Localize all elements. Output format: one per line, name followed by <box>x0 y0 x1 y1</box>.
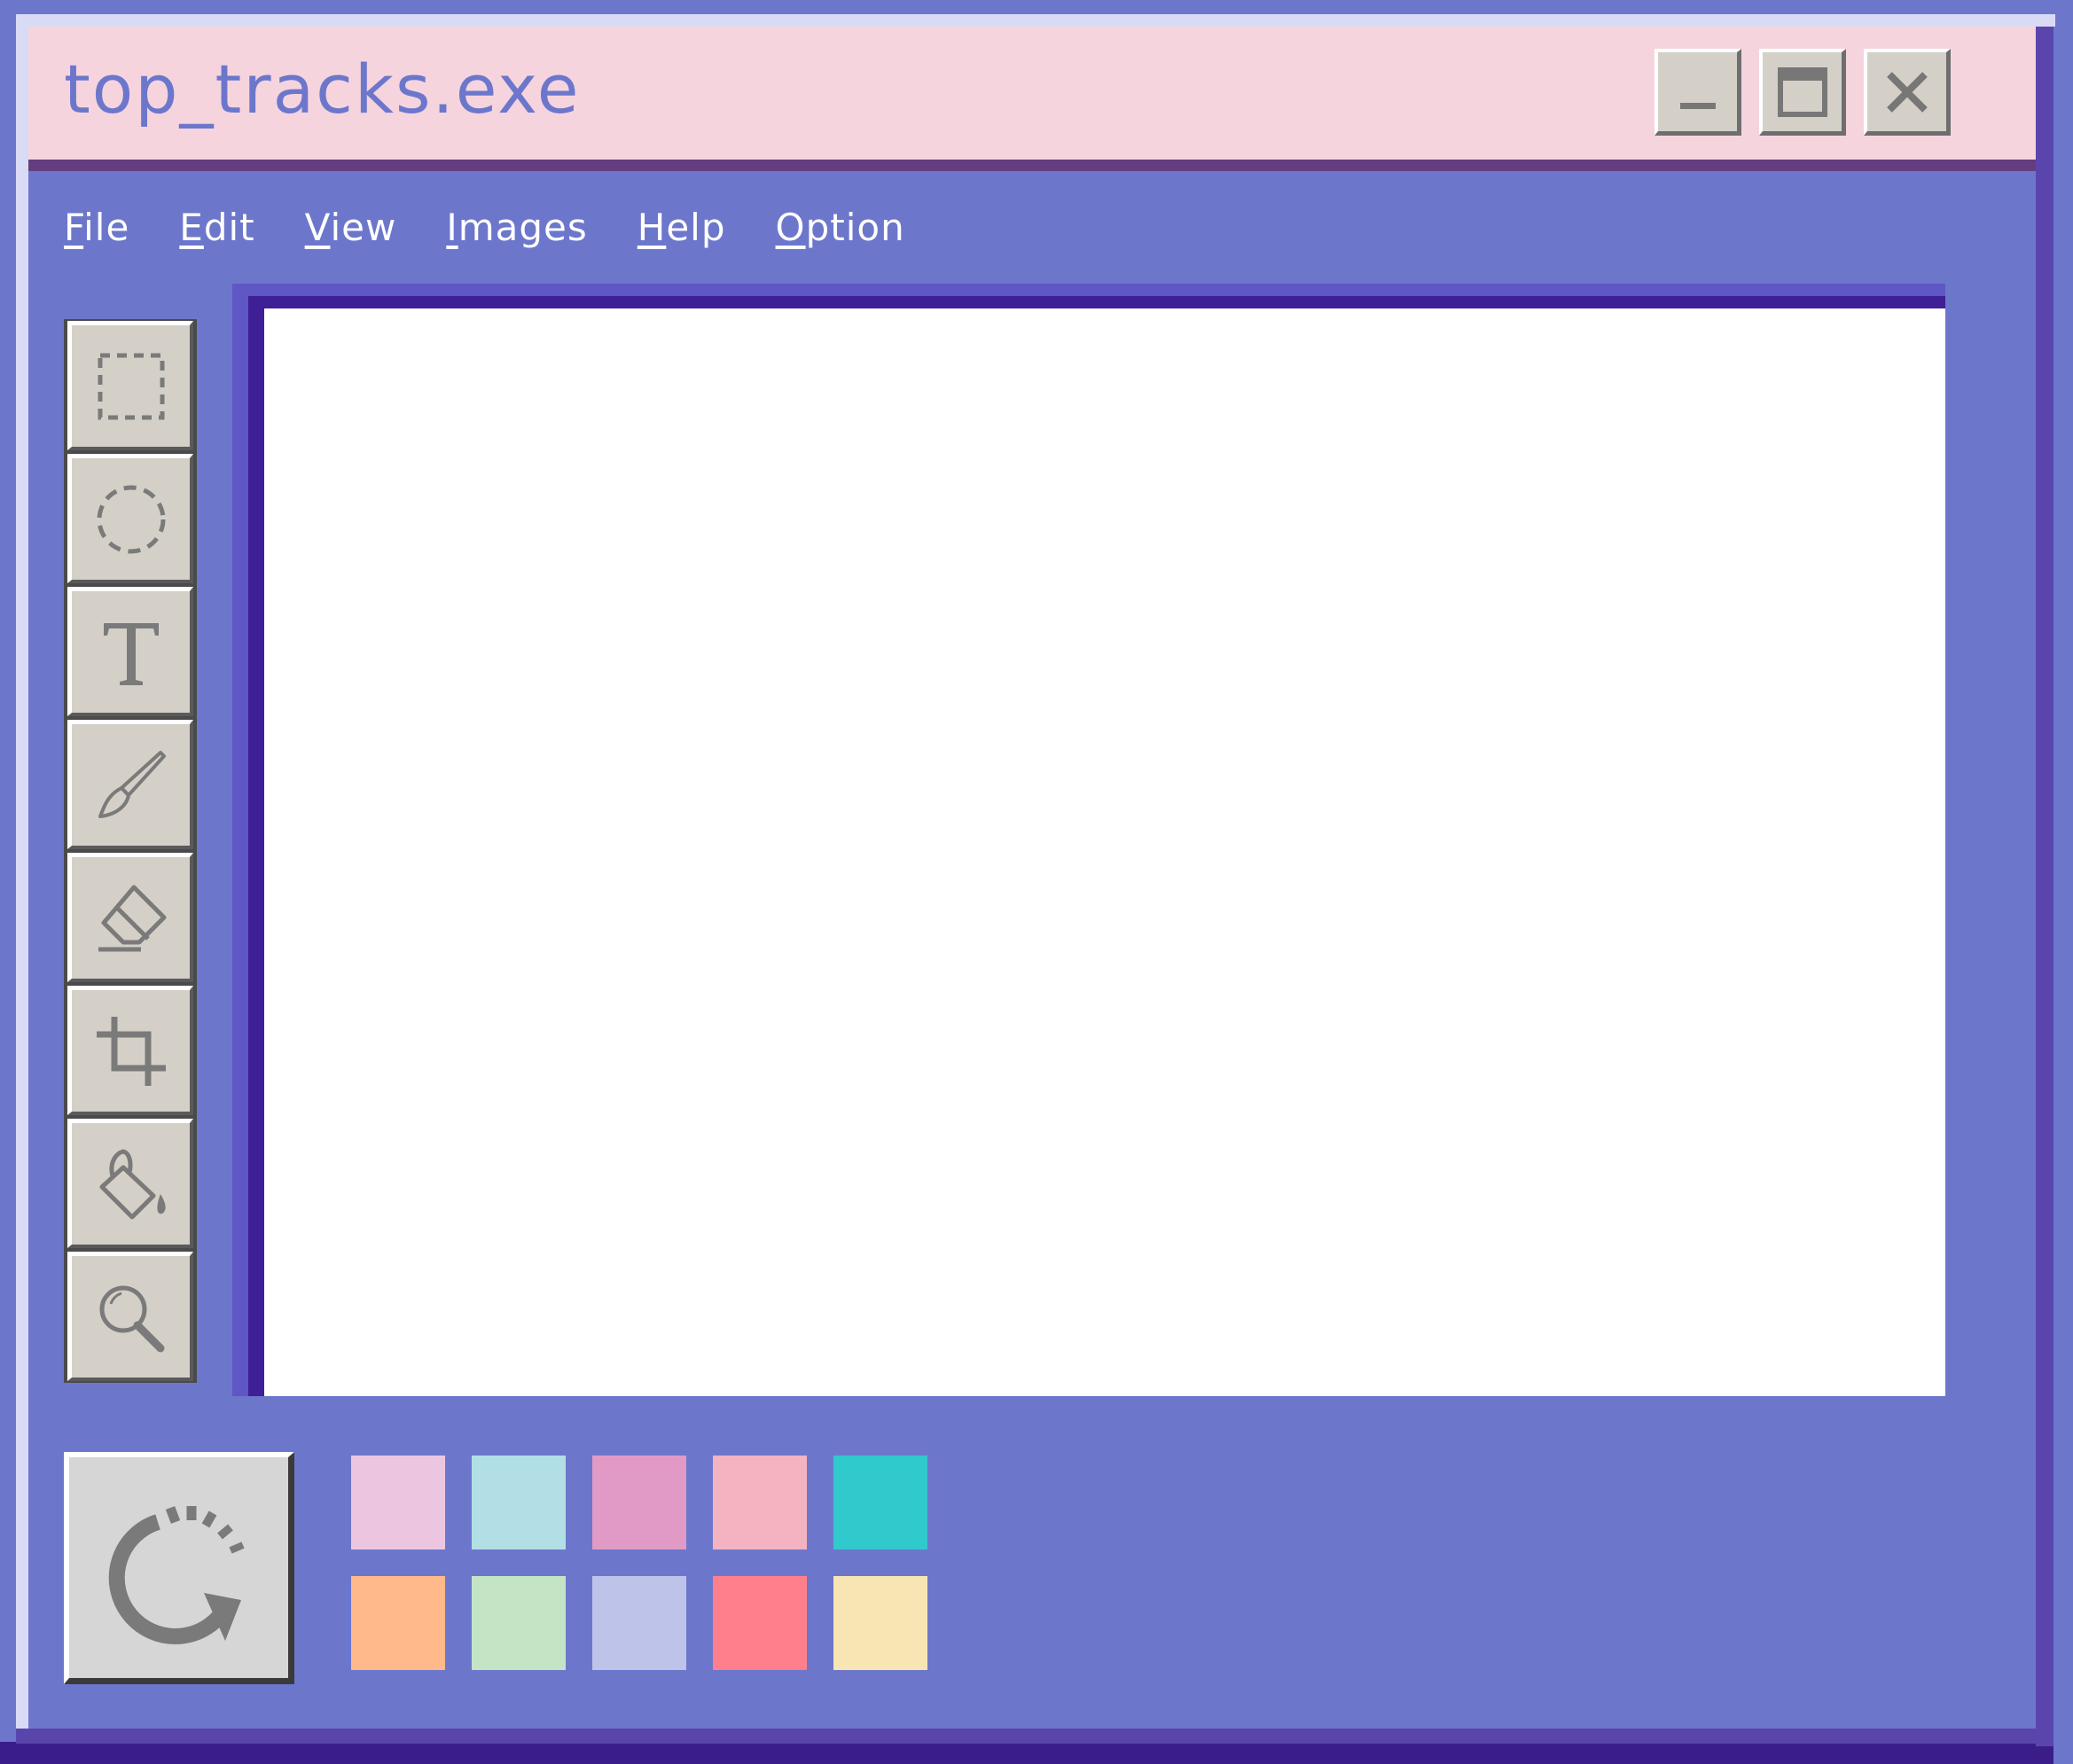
menu-option[interactable]: Option <box>776 206 905 249</box>
menu-images[interactable]: Images <box>446 206 587 249</box>
tool-ellipse-select[interactable] <box>67 454 193 583</box>
brush-icon <box>98 750 166 818</box>
tool-zoom[interactable] <box>67 1252 193 1381</box>
menu-help[interactable]: Help <box>638 206 726 249</box>
tool-brush[interactable] <box>67 720 193 849</box>
color-swatch[interactable] <box>592 1456 686 1549</box>
dashed-circle-icon <box>97 485 165 553</box>
menu-view[interactable]: View <box>305 206 397 249</box>
rotate-refresh-icon <box>108 1505 245 1644</box>
color-swatch[interactable] <box>592 1576 686 1670</box>
color-swatch[interactable] <box>472 1456 566 1549</box>
dashed-square-icon <box>98 353 164 419</box>
color-swatch[interactable] <box>713 1576 807 1670</box>
menu-edit[interactable]: Edit <box>179 206 254 249</box>
maximize-button[interactable] <box>1759 49 1846 136</box>
tool-rect-select[interactable] <box>67 321 193 450</box>
refresh-button[interactable] <box>64 1452 294 1684</box>
frame-shadow-bottom <box>16 1729 2053 1744</box>
frame-highlight-left <box>16 14 28 1729</box>
menu-file[interactable]: File <box>64 206 129 249</box>
maximize-icon <box>1777 66 1827 117</box>
window-title: top_tracks.exe <box>64 50 581 129</box>
minimize-button[interactable] <box>1654 49 1741 136</box>
menu-bar: File Edit View Images Help Option <box>64 206 955 249</box>
frame-right <box>2053 0 2073 1764</box>
tool-text[interactable] <box>67 587 193 716</box>
minimize-icon <box>1679 102 1716 109</box>
tool-fill[interactable] <box>67 1119 193 1248</box>
tool-eraser[interactable] <box>67 853 193 982</box>
text-t-icon <box>103 622 159 685</box>
close-icon <box>1886 71 1928 113</box>
magnifier-icon <box>99 1285 164 1352</box>
paint-bucket-icon <box>99 1148 166 1219</box>
frame-shadow-right <box>2036 27 2053 1746</box>
close-button[interactable] <box>1864 49 1951 136</box>
eraser-icon <box>98 885 166 951</box>
color-swatch[interactable] <box>833 1456 927 1549</box>
crop-icon <box>96 1016 166 1086</box>
title-bar-divider <box>28 160 2036 171</box>
color-swatch[interactable] <box>351 1576 445 1670</box>
drawing-canvas[interactable] <box>264 308 1945 1396</box>
color-swatch[interactable] <box>472 1576 566 1670</box>
frame-left <box>0 0 16 1742</box>
color-swatch[interactable] <box>351 1456 445 1549</box>
color-swatch[interactable] <box>713 1456 807 1549</box>
frame-top <box>0 0 2073 14</box>
tool-crop[interactable] <box>67 986 193 1115</box>
color-swatch[interactable] <box>833 1576 927 1670</box>
frame-highlight-top <box>16 14 2055 27</box>
